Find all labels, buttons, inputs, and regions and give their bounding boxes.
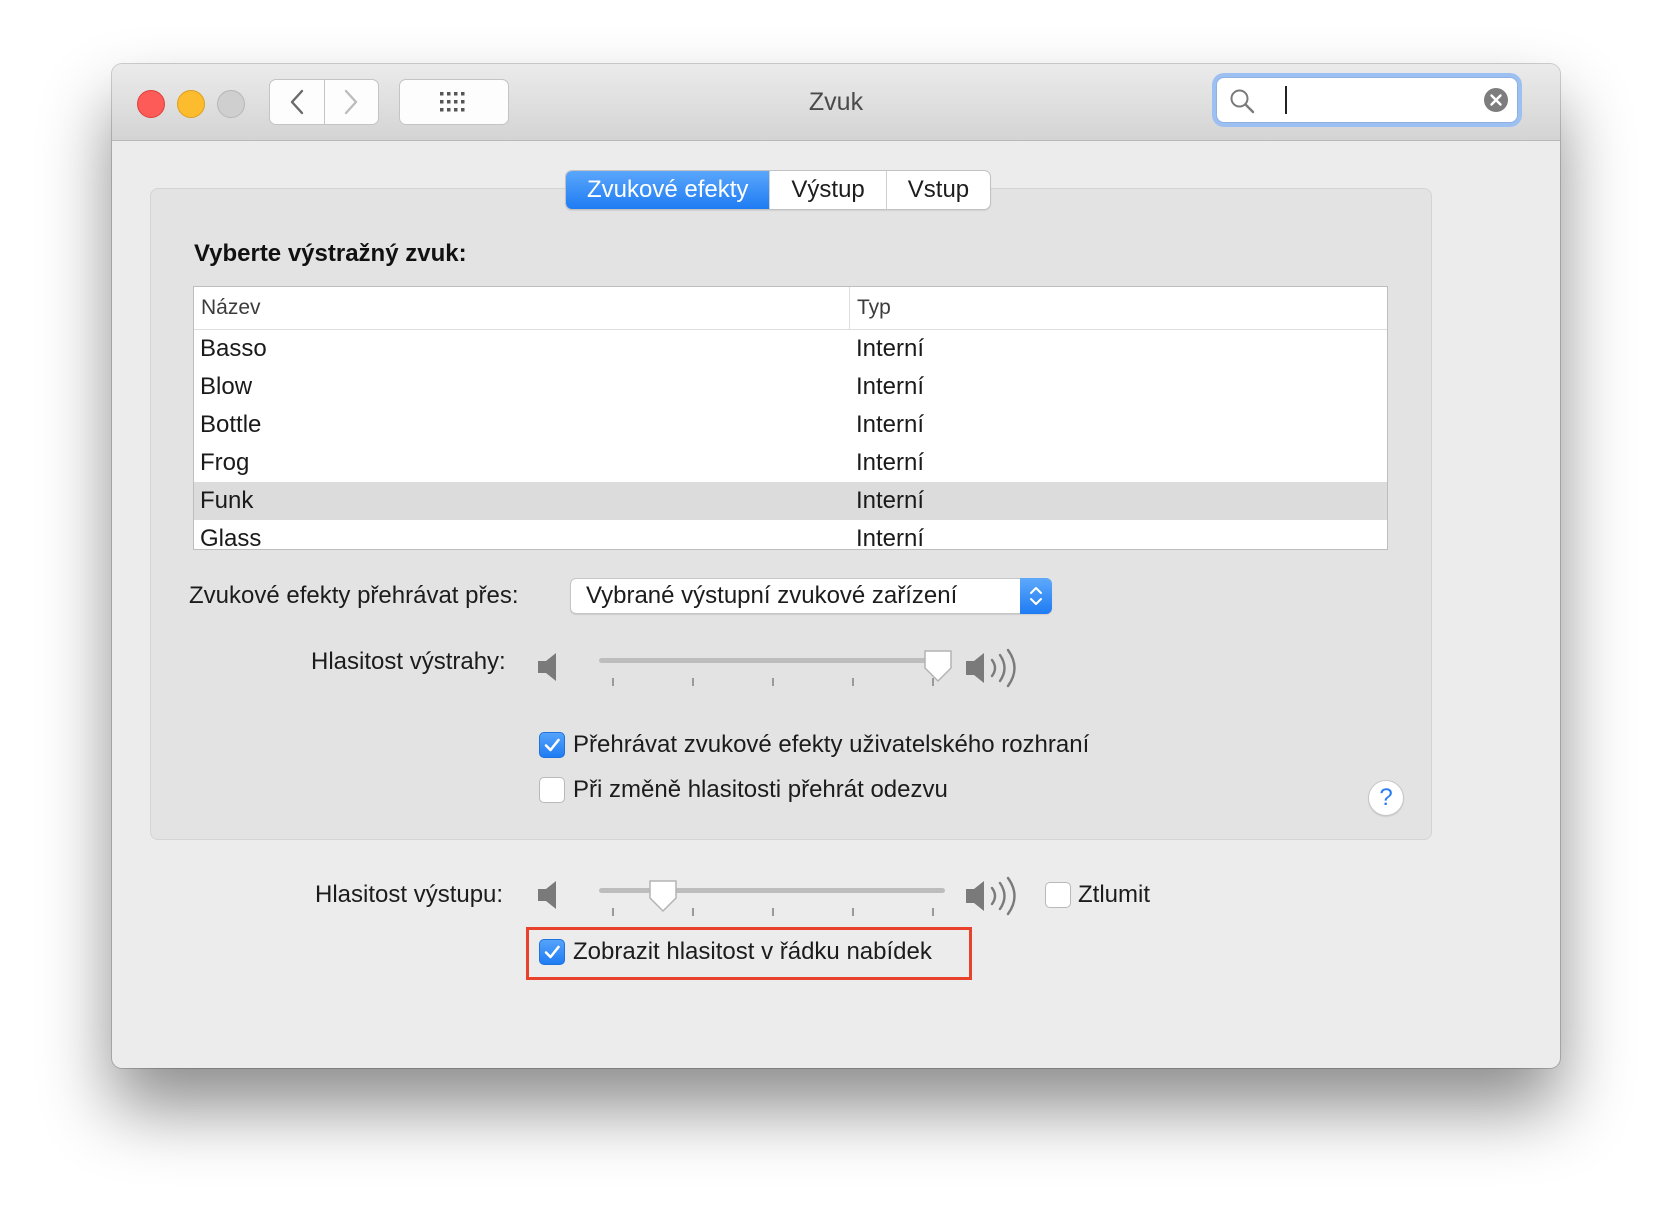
play-through-popup[interactable]: Vybrané výstupní zvukové zařízení xyxy=(570,578,1052,614)
alert-volume-label: Hlasitost výstrahy: xyxy=(311,648,506,675)
tab-output[interactable]: Výstup xyxy=(769,171,885,209)
sound-type: Interní xyxy=(856,525,925,550)
help-button[interactable]: ? xyxy=(1368,780,1404,816)
speaker-high-icon xyxy=(966,876,1016,916)
titlebar: Zvuk xyxy=(112,64,1560,141)
output-volume-knob[interactable] xyxy=(647,878,679,914)
annotation-highlight-box xyxy=(526,927,972,980)
table-row[interactable]: Blow Interní xyxy=(194,368,1387,406)
feedback-checkbox[interactable] xyxy=(539,777,565,803)
ui-sounds-label[interactable]: Přehrávat zvukové efekty uživatelského r… xyxy=(573,731,1089,759)
clear-icon[interactable] xyxy=(1483,87,1509,113)
search-icon xyxy=(1230,89,1255,114)
slider-tick xyxy=(692,908,694,916)
slider-tick xyxy=(692,678,694,686)
play-through-value: Vybrané výstupní zvukové zařízení xyxy=(586,582,958,609)
table-header: Název Typ xyxy=(194,287,1387,330)
slider-tick xyxy=(612,908,614,916)
text-cursor xyxy=(1285,86,1287,114)
speaker-high-icon xyxy=(966,648,1016,688)
checkmark-icon xyxy=(544,738,560,752)
sound-type: Interní xyxy=(856,411,925,438)
table-row-selected[interactable]: Funk Interní xyxy=(194,482,1387,520)
tab-sound-effects[interactable]: Zvukové efekty xyxy=(566,171,770,209)
mute-checkbox[interactable] xyxy=(1045,882,1071,908)
mute-label[interactable]: Ztlumit xyxy=(1078,881,1150,909)
sound-name: Blow xyxy=(200,373,253,400)
slider-tick xyxy=(772,908,774,916)
search-field[interactable] xyxy=(1216,77,1518,123)
table-row[interactable]: Bottle Interní xyxy=(194,406,1387,444)
tab-input[interactable]: Vstup xyxy=(885,171,990,209)
output-volume-label: Hlasitost výstupu: xyxy=(315,881,504,908)
sound-name: Bottle xyxy=(200,411,262,438)
sound-name: Glass xyxy=(200,525,262,550)
alert-sound-heading: Vyberte výstražný zvuk: xyxy=(194,240,467,267)
slider-track[interactable] xyxy=(599,658,945,663)
column-header-name[interactable]: Název xyxy=(194,287,850,329)
table-row[interactable]: Basso Interní xyxy=(194,330,1387,368)
slider-tick xyxy=(612,678,614,686)
speaker-low-icon xyxy=(538,881,556,909)
slider-tick xyxy=(772,678,774,686)
slider-tick xyxy=(852,678,854,686)
sound-name: Frog xyxy=(200,449,250,476)
sound-type: Interní xyxy=(856,449,925,476)
speaker-low-icon xyxy=(538,653,556,681)
alert-sound-table[interactable]: Název Typ Basso Interní Blow Interní Bot… xyxy=(193,286,1388,550)
play-through-label: Zvukové efekty přehrávat přes: xyxy=(189,582,519,609)
slider-tick xyxy=(932,908,934,916)
popup-arrows-icon xyxy=(1020,578,1052,614)
table-row[interactable]: Glass Interní xyxy=(194,520,1387,550)
sound-type: Interní xyxy=(856,373,925,400)
search-input[interactable] xyxy=(1291,84,1485,116)
table-row[interactable]: Frog Interní xyxy=(194,444,1387,482)
sound-name: Funk xyxy=(200,487,254,514)
alert-volume-knob[interactable] xyxy=(922,648,954,684)
sound-type: Interní xyxy=(856,335,925,362)
slider-tick xyxy=(852,908,854,916)
sound-name: Basso xyxy=(200,335,267,362)
sound-preferences-window: Zvuk Zvukové efekty Výstup Vstup Vyberte… xyxy=(112,64,1560,1068)
tab-bar: Zvukové efekty Výstup Vstup xyxy=(565,170,992,210)
sound-type: Interní xyxy=(856,487,925,514)
feedback-label[interactable]: Při změně hlasitosti přehrát odezvu xyxy=(573,776,948,804)
column-header-type[interactable]: Typ xyxy=(850,287,891,329)
ui-sounds-checkbox[interactable] xyxy=(539,732,565,758)
